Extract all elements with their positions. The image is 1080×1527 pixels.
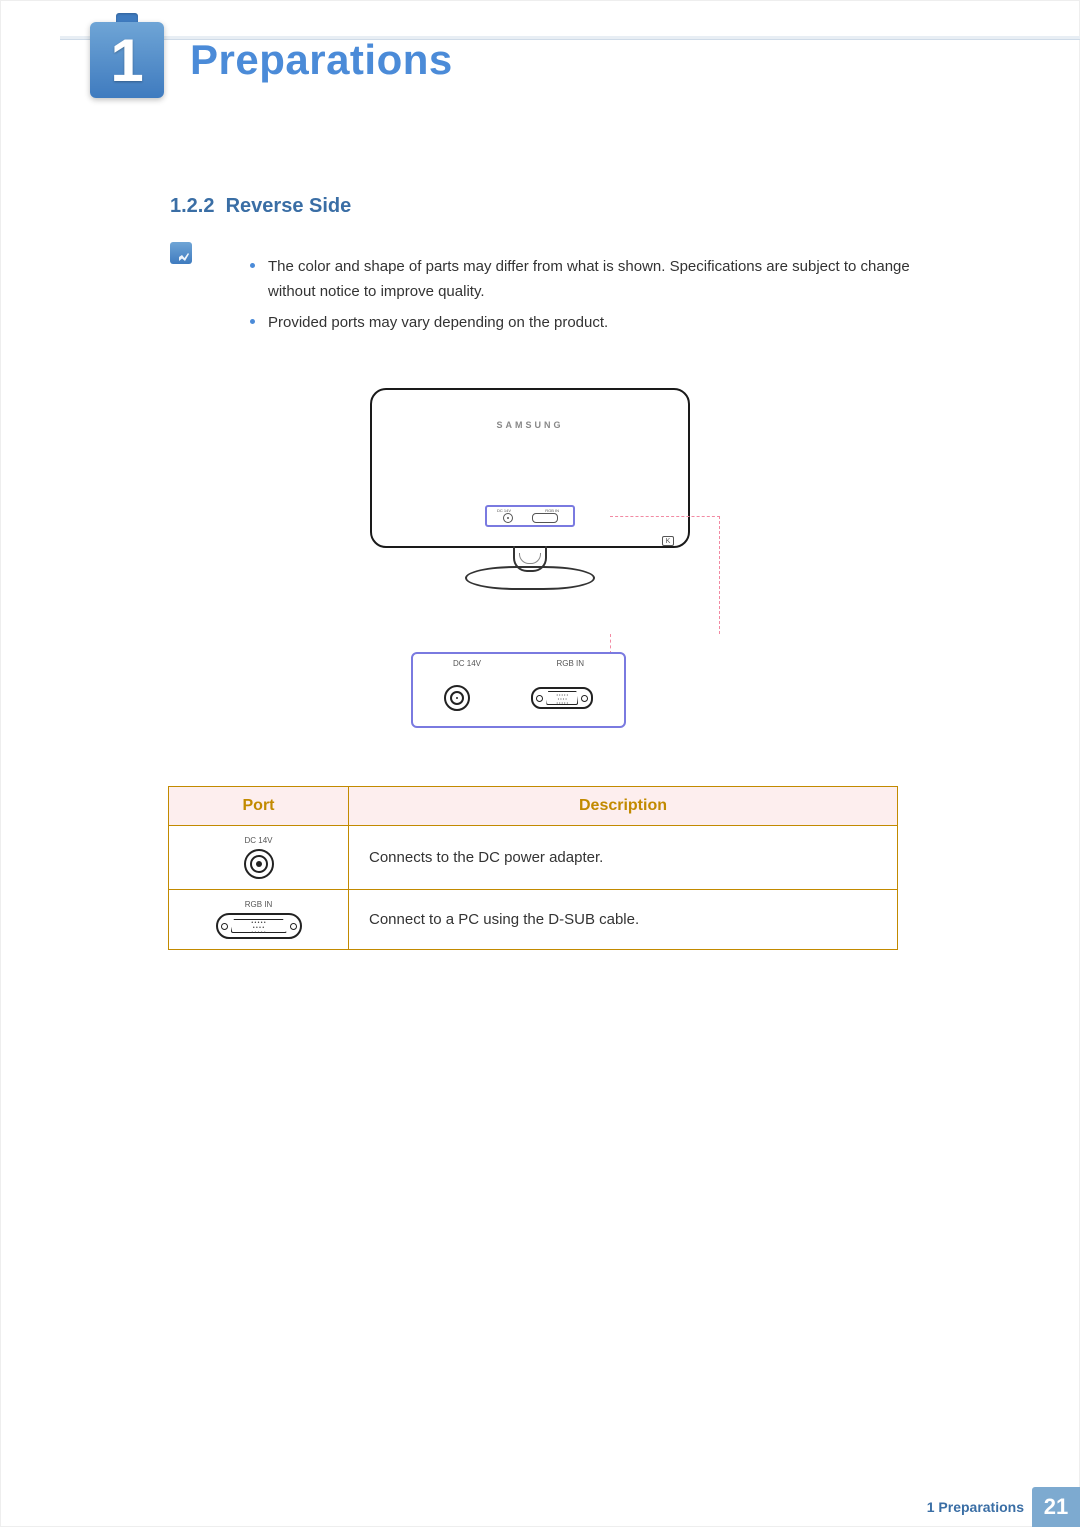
note-bullet: The color and shape of parts may differ …	[250, 255, 960, 305]
section-number: 1.2.2	[170, 195, 214, 217]
port-table: Port Description DC 14V Connects to the …	[168, 786, 898, 950]
monitor-diagram: SAMSUNG DC 14V RGB IN K	[370, 388, 690, 590]
port-panel-mini: DC 14V RGB IN	[485, 505, 575, 527]
table-header-port: Port	[169, 787, 349, 826]
note-block: The color and shape of parts may differ …	[170, 240, 960, 356]
port-detail-panel: DC 14V RGB IN	[411, 652, 626, 728]
section: 1.2.2 Reverse Side The color and shape o…	[170, 195, 960, 356]
screw-icon	[581, 695, 588, 702]
page-footer: 1 Preparations 21	[0, 1487, 1080, 1527]
stand-neck	[513, 546, 547, 572]
monitor-outline: SAMSUNG DC 14V RGB IN K	[370, 388, 690, 548]
port-caption: DC 14V	[179, 836, 338, 845]
dsub-pins-icon	[546, 691, 578, 705]
port-icon-cell: DC 14V	[169, 826, 349, 890]
note-icon	[170, 242, 192, 264]
table-header-desc: Description	[349, 787, 898, 826]
footer-chapter-label: 1 Preparations	[927, 1499, 1024, 1515]
table-row: RGB IN Connect to a PC using the D-SUB c…	[169, 890, 898, 950]
port-caption: RGB IN	[179, 900, 338, 909]
section-name: Reverse Side	[226, 195, 352, 217]
screw-icon	[221, 923, 228, 930]
callout-line	[610, 634, 611, 654]
rgb-port-icon	[216, 913, 302, 939]
screw-icon	[290, 923, 297, 930]
mini-rgb-label: RGB IN	[545, 508, 559, 513]
dc-port-icon	[244, 849, 274, 879]
rgb-port-icon	[532, 513, 558, 523]
note-bullets: The color and shape of parts may differ …	[210, 255, 960, 341]
dc-label: DC 14V	[453, 659, 481, 668]
rgb-label: RGB IN	[556, 659, 584, 668]
rgb-port-icon	[531, 687, 593, 709]
section-title: 1.2.2 Reverse Side	[170, 195, 960, 218]
brand-label: SAMSUNG	[496, 420, 563, 430]
port-desc-cell: Connect to a PC using the D-SUB cable.	[349, 890, 898, 950]
note-bullet: Provided ports may vary depending on the…	[250, 311, 960, 336]
chapter-number: 1	[90, 22, 164, 98]
table-row: DC 14V Connects to the DC power adapter.	[169, 826, 898, 890]
chapter-title: Preparations	[190, 36, 453, 84]
port-desc-cell: Connects to the DC power adapter.	[349, 826, 898, 890]
kensington-lock-icon: K	[662, 536, 674, 546]
screw-icon	[536, 695, 543, 702]
footer-page-number: 21	[1032, 1487, 1080, 1527]
chapter-tab: 1	[90, 22, 164, 98]
dc-port-icon	[444, 685, 470, 711]
dsub-pins-icon	[231, 919, 287, 933]
dc-port-icon	[503, 513, 513, 523]
port-icon-cell: RGB IN	[169, 890, 349, 950]
